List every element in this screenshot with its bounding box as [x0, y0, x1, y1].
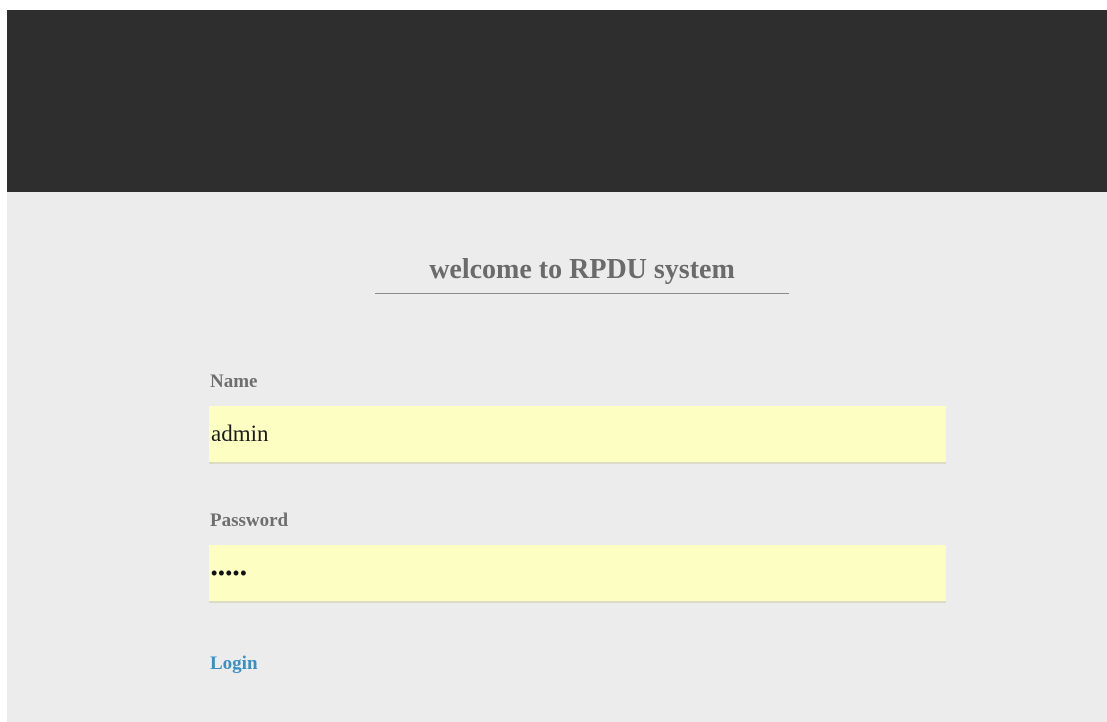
name-input[interactable] [209, 406, 946, 464]
name-label: Name [210, 371, 258, 392]
login-button[interactable]: Login [210, 653, 258, 675]
password-label: Password [210, 510, 289, 531]
password-input[interactable] [209, 545, 946, 603]
top-banner [7, 10, 1107, 192]
login-page: welcome to RPDU system Name Password Log… [7, 10, 1107, 722]
welcome-title: welcome to RPDU system [375, 253, 789, 294]
